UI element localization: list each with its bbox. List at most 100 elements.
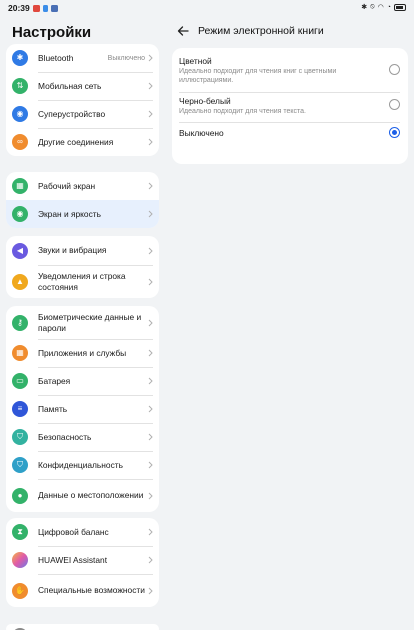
sidebar-item-label: Конфиденциальность: [38, 459, 123, 470]
sidebar-item-label: HUAWEI Assistant: [38, 554, 108, 565]
super-device-icon: ◉: [12, 106, 28, 122]
sidebar-item-security[interactable]: ⛉ Безопасность: [6, 423, 159, 451]
notification-app-icon: [32, 4, 40, 12]
chevron-right-icon: [148, 349, 153, 357]
ebook-mode-options: Цветной Идеально подходит для чтения кни…: [172, 48, 408, 164]
sidebar-item-label: Безопасность: [38, 431, 92, 442]
privacy-icon: ⛉: [12, 457, 28, 473]
sidebar-item-sounds[interactable]: ◀ Звуки и вибрация: [6, 236, 159, 265]
sidebar-item-label: Звуки и вибрация: [38, 245, 107, 255]
settings-group-system: ⚷ Биометрические данные и пароли ▦ Прило…: [6, 306, 159, 512]
page-title: Настройки: [12, 24, 92, 41]
sidebar-item-label: Память: [38, 403, 68, 414]
sidebar-item-label: Суперустройство: [38, 108, 106, 119]
wifi-icon: ◠: [377, 4, 384, 11]
storage-icon: ≡: [12, 401, 28, 417]
sidebar-item-digital-balance[interactable]: ⧗ Цифровой баланс: [6, 518, 159, 546]
notification-app-icon: [42, 4, 48, 12]
sidebar-item-notifications[interactable]: ▲ Уведомления и строка состояния: [6, 265, 159, 298]
divider: [179, 122, 400, 123]
chevron-right-icon: [148, 278, 153, 286]
accessibility-icon: ✋: [12, 582, 28, 599]
settings-group-extra: ⧗ Цифровой баланс HUAWEI Assistant ✋ Спе…: [6, 518, 159, 607]
sidebar-item-label: Батарея: [38, 375, 71, 386]
battery-status-icon: [394, 3, 406, 11]
sidebar-item-label: Цифровой баланс: [38, 526, 109, 537]
settings-group-display: ▦ Рабочий экран ◉ Экран и яркость: [6, 172, 159, 228]
radio-color[interactable]: [389, 64, 400, 75]
sound-icon: ◀: [12, 242, 28, 259]
chevron-right-icon: [148, 54, 153, 62]
sidebar-item-value: Выключено: [107, 54, 145, 62]
bell-icon: ▲: [12, 273, 28, 290]
sidebar-item-privacy[interactable]: ⛉ Конфиденциальность: [6, 451, 159, 479]
sidebar-item-cut-off[interactable]: [6, 624, 159, 630]
chevron-right-icon: [148, 528, 153, 536]
sidebar-item-apps[interactable]: ▦ Приложения и службы: [6, 339, 159, 367]
option-color[interactable]: Цветной Идеально подходит для чтения кни…: [179, 56, 379, 85]
sidebar-item-bluetooth[interactable]: ✱ Bluetooth Выключено: [6, 44, 159, 72]
radio-off-selected[interactable]: [389, 127, 400, 138]
settings-group-connections: ✱ Bluetooth Выключено ⇅ Мобильная сеть ◉…: [6, 44, 159, 156]
sidebar-item-label: Мобильная сеть: [38, 80, 102, 91]
bluetooth-status-icon: ✱: [361, 4, 368, 11]
option-description: Идеально подходит для чтения книг с цвет…: [179, 68, 337, 84]
sidebar-item-label: Рабочий экран: [38, 180, 96, 191]
sidebar-item-accessibility[interactable]: ✋ Специальные возможности: [6, 574, 159, 607]
sidebar-item-display-brightness[interactable]: ◉ Экран и яркость: [6, 200, 159, 228]
notification-app-icon: [50, 4, 58, 12]
key-icon: ⚷: [12, 314, 28, 331]
status-time: 20:39: [8, 3, 30, 13]
sidebar-item-super-device[interactable]: ◉ Суперустройство: [6, 100, 159, 128]
option-black-white[interactable]: Черно-белый Идеально подходит для чтения…: [179, 96, 379, 117]
sidebar-item-mobile-network[interactable]: ⇅ Мобильная сеть: [6, 72, 159, 100]
battery-icon: ▭: [12, 373, 28, 389]
sidebar-item-label: Данные о местоположении: [38, 490, 144, 500]
sidebar-item-biometrics[interactable]: ⚷ Биометрические данные и пароли: [6, 306, 159, 339]
settings-group-sound: ◀ Звуки и вибрация ▲ Уведомления и строк…: [6, 236, 159, 298]
chevron-right-icon: [148, 433, 153, 441]
chevron-right-icon: [148, 556, 153, 564]
chevron-right-icon: [148, 319, 153, 327]
assistant-icon: [12, 552, 28, 568]
option-title: Черно-белый: [179, 96, 231, 106]
sidebar-item-other-connections[interactable]: ∞ Другие соединения: [6, 128, 159, 156]
shield-icon: ⛉: [12, 429, 28, 445]
divider: [179, 92, 400, 93]
chevron-right-icon: [148, 377, 153, 385]
chevron-right-icon: [148, 110, 153, 118]
sidebar-item-storage[interactable]: ≡ Память: [6, 395, 159, 423]
chevron-right-icon: [148, 182, 153, 190]
radio-black-white[interactable]: [389, 99, 400, 110]
status-bar: 20:39 ✱ ⦸ ◠ ◔: [0, 0, 414, 16]
link-icon: ∞: [12, 134, 28, 150]
chevron-right-icon: [148, 210, 153, 218]
chevron-right-icon: [148, 461, 153, 469]
mobile-network-icon: ⇅: [12, 78, 28, 94]
sidebar-item-label: Bluetooth: [38, 52, 74, 63]
chevron-right-icon: [148, 587, 153, 595]
apps-icon: ▦: [12, 345, 28, 361]
sidebar-item-home-screen[interactable]: ▦ Рабочий экран: [6, 172, 159, 200]
dnd-icon: ◔: [386, 3, 391, 11]
sidebar-item-label: Уведомления и строка состояния: [38, 270, 126, 292]
chevron-right-icon: [148, 82, 153, 90]
option-description: Идеально подходит для чтения текста.: [179, 108, 306, 115]
settings-sidebar: Настройки ✱ Bluetooth Выключено ⇅ Мобиль…: [0, 16, 166, 630]
hourglass-icon: ⧗: [12, 524, 28, 540]
sidebar-item-huawei-assistant[interactable]: HUAWEI Assistant: [6, 546, 159, 574]
ebook-mode-pane: Режим электронной книги Цветной Идеально…: [166, 16, 414, 630]
chevron-right-icon: [148, 247, 153, 255]
sidebar-item-label: Экран и яркость: [38, 208, 101, 219]
chevron-right-icon: [148, 492, 153, 500]
home-screen-icon: ▦: [12, 178, 28, 194]
option-title: Выключено: [179, 128, 224, 138]
page-title: Режим электронной книги: [198, 25, 324, 37]
sidebar-item-location[interactable]: ● Данные о местоположении: [6, 479, 159, 512]
sidebar-item-battery[interactable]: ▭ Батарея: [6, 367, 159, 395]
option-title: Цветной: [179, 56, 212, 66]
back-arrow-icon[interactable]: [176, 24, 190, 38]
chevron-right-icon: [148, 405, 153, 413]
brightness-icon: ◉: [12, 206, 28, 222]
option-off[interactable]: Выключено: [179, 128, 379, 138]
